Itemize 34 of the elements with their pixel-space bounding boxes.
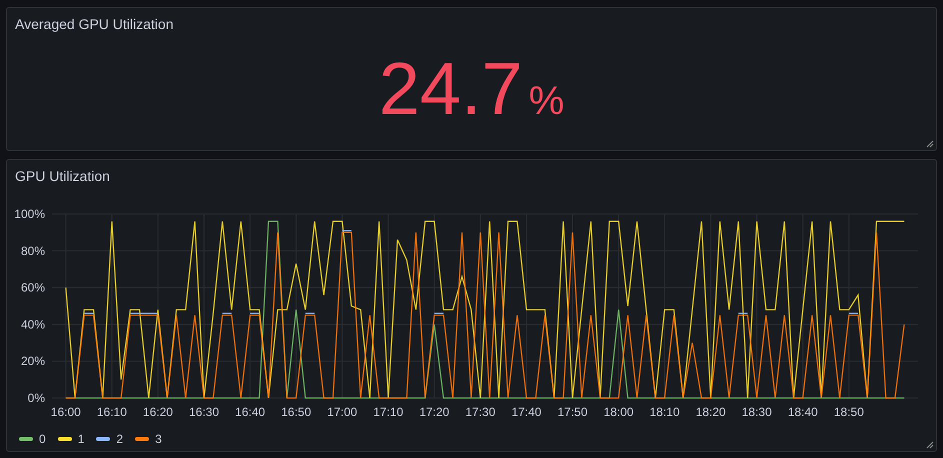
legend-label[interactable]: 3 [155,430,162,448]
y-axis-label: 60% [20,280,45,295]
x-axis-label: 18:30 [742,405,772,419]
resize-handle-icon[interactable] [926,441,934,449]
x-axis-label: 16:30 [189,405,220,419]
x-axis-label: 18:10 [650,405,680,419]
stat-unit: % [528,78,564,125]
x-axis-label: 18:20 [696,405,726,419]
x-axis-label: 16:10 [96,405,127,419]
legend-label[interactable]: 1 [78,430,84,448]
x-axis-label: 17:40 [511,405,542,419]
legend-label[interactable]: 0 [39,430,46,448]
y-axis-label: 100% [14,207,45,221]
x-axis-label: 17:30 [465,405,496,419]
x-axis-label: 17:20 [419,405,450,419]
y-axis-label: 40% [20,317,45,332]
x-axis-label: 16:20 [142,405,173,419]
legend-label[interactable]: 2 [116,430,124,448]
x-axis-label: 16:50 [281,405,312,419]
x-axis-label: 18:50 [834,405,864,419]
x-axis-label: 17:00 [327,405,358,419]
panel-title: Averaged GPU Utilization [14,15,174,33]
x-axis-label: 18:00 [604,405,634,419]
x-axis-label: 17:50 [558,405,588,419]
resize-handle-icon[interactable] [926,140,934,148]
x-axis-label: 16:40 [235,405,266,419]
x-axis-label: 16:00 [50,405,81,419]
panel-title: GPU Utilization [14,167,111,185]
y-axis-label: 80% [20,244,45,258]
x-axis-label: 17:10 [373,405,404,419]
stat-value: 24.7 [378,49,523,129]
x-axis-label: 18:40 [788,405,818,419]
y-axis-label: 0% [28,391,45,405]
y-axis-label: 20% [20,354,45,368]
